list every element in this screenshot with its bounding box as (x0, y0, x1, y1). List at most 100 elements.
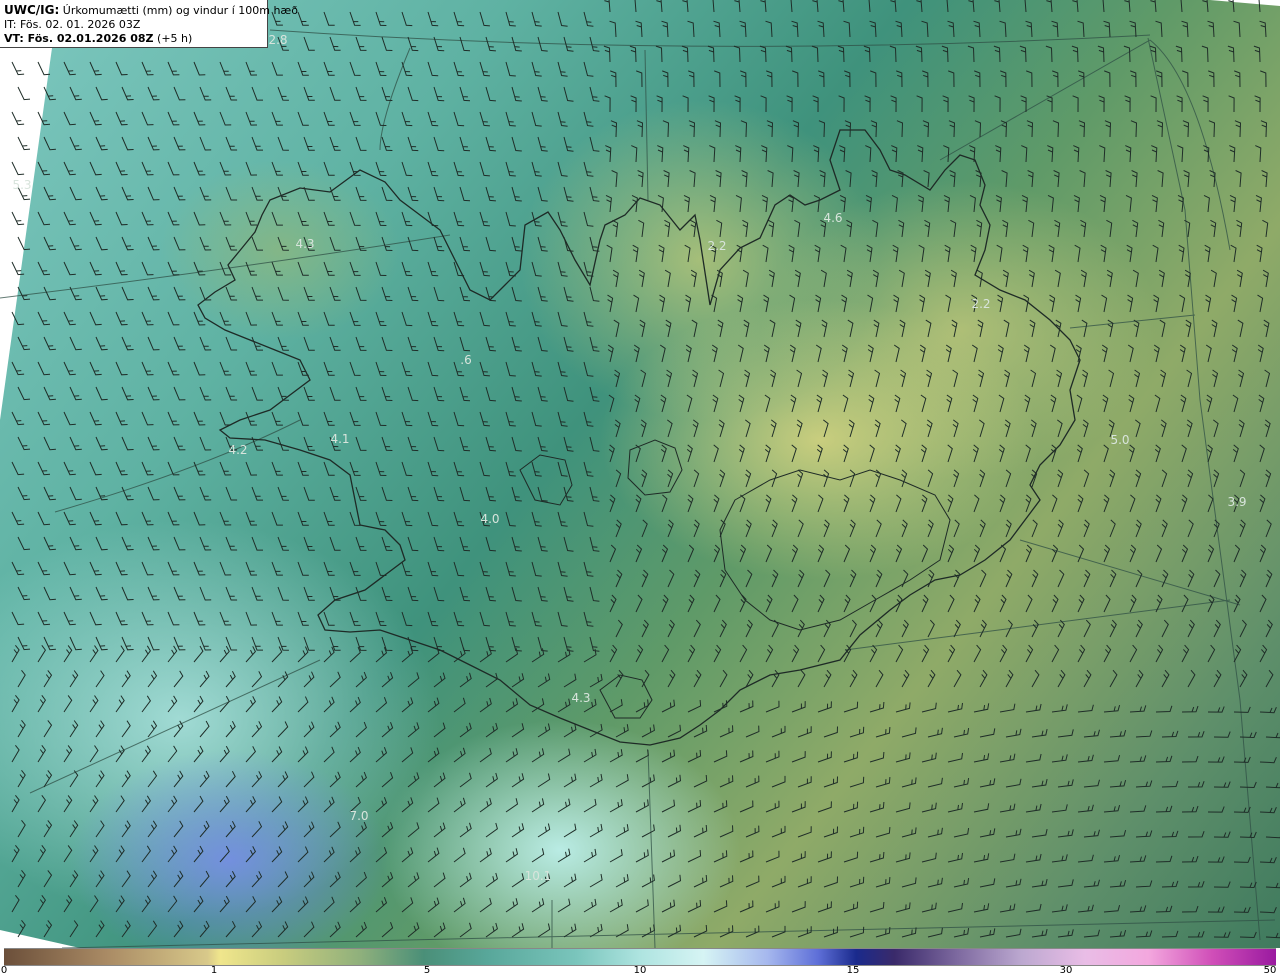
wind-barb (147, 670, 158, 688)
wind-barb (714, 120, 722, 138)
wind-barb (1077, 804, 1094, 813)
wind-barb (303, 921, 315, 938)
wind-barb (89, 411, 102, 426)
wind-barb (583, 311, 594, 327)
wind-barb (665, 319, 672, 338)
wind-barb (1103, 704, 1121, 713)
wind-barb (771, 825, 786, 838)
wind-barb (1259, 594, 1267, 613)
wind-barb (69, 486, 82, 501)
wind-barb (1031, 669, 1040, 688)
wind-barb (1187, 781, 1205, 788)
wind-barb (921, 544, 929, 563)
wind-barb (557, 261, 568, 277)
wind-barb (604, 0, 611, 13)
wind-barb (323, 746, 335, 763)
wind-barb (843, 901, 859, 913)
wind-barb (641, 774, 655, 788)
colorbar-strip (4, 948, 1276, 966)
wind-barb (251, 236, 263, 251)
wind-barb (953, 878, 970, 888)
wind-barb (505, 11, 516, 27)
wind-barb (563, 723, 577, 738)
wind-barb (453, 61, 465, 77)
wind-barb (607, 294, 614, 313)
wind-barb (875, 569, 883, 588)
wind-barb (115, 645, 125, 663)
wind-barb (69, 820, 79, 838)
wind-barb (303, 336, 315, 351)
wind-barb (557, 698, 571, 713)
wind-barb (63, 61, 76, 76)
wind-barb (1239, 669, 1248, 688)
wind-barb (89, 161, 102, 176)
wind-barb (199, 770, 210, 788)
wind-barb (638, 269, 645, 288)
wind-barb (1260, 70, 1267, 88)
wind-barb (979, 878, 996, 888)
wind-barb (1187, 569, 1195, 588)
wind-barb (375, 611, 387, 626)
wind-barb (739, 644, 748, 663)
wind-barb (349, 11, 361, 26)
wind-barb (459, 822, 472, 838)
wind-barb (485, 436, 496, 452)
wind-barb (638, 219, 645, 238)
wind-barb (251, 136, 263, 151)
wind-barb (251, 821, 263, 838)
wind-barb (1179, 344, 1186, 363)
wind-barb (1259, 444, 1265, 463)
wind-barb (1083, 569, 1091, 588)
wind-barb (167, 511, 180, 526)
wind-barb (686, 394, 693, 413)
wind-barb (251, 186, 263, 201)
wind-barb (848, 369, 855, 388)
wind-barb (976, 269, 983, 288)
wind-barb (147, 286, 160, 301)
wind-barb (892, 244, 899, 263)
wind-barb (401, 411, 413, 427)
wind-barb (1056, 419, 1063, 438)
wind-barb (742, 219, 749, 238)
wind-barb (661, 899, 676, 913)
wind-barb (323, 211, 335, 226)
wind-barb (979, 778, 996, 788)
wind-barb (796, 369, 803, 388)
wind-barb (612, 269, 619, 288)
wind-barb (641, 519, 648, 538)
wind-barb (1135, 619, 1143, 638)
wind-barb (1161, 730, 1179, 738)
wind-barb (635, 799, 649, 813)
wind-barb (1259, 757, 1277, 764)
wind-barb (865, 145, 872, 163)
wind-barb (43, 136, 56, 151)
wind-barb (1238, 369, 1245, 388)
wind-barb (641, 569, 649, 588)
wind-barb (996, 244, 1003, 263)
wind-barb (381, 286, 393, 301)
wind-barb (433, 872, 446, 888)
wind-barb (433, 772, 446, 788)
wind-barb (303, 436, 315, 451)
wind-barb (557, 161, 568, 177)
wind-barb (641, 924, 655, 938)
wind-barb (147, 136, 160, 151)
wind-barb (606, 244, 613, 263)
wind-barb (121, 286, 134, 301)
wind-barb (303, 586, 315, 601)
wind-barb (563, 586, 574, 602)
wind-barb (219, 745, 230, 763)
wind-barb (689, 170, 696, 188)
wind-barb (355, 36, 367, 51)
wind-barb (849, 876, 865, 888)
wind-barb (1233, 644, 1242, 663)
wind-barb (349, 361, 361, 376)
wind-barb (17, 919, 26, 938)
wind-barb (199, 820, 210, 838)
wind-barb (329, 136, 341, 151)
wind-barb (1130, 70, 1137, 88)
wind-barb (1239, 831, 1257, 839)
wind-barb (713, 900, 728, 913)
wind-barb (901, 669, 910, 688)
wind-barb (563, 136, 574, 152)
